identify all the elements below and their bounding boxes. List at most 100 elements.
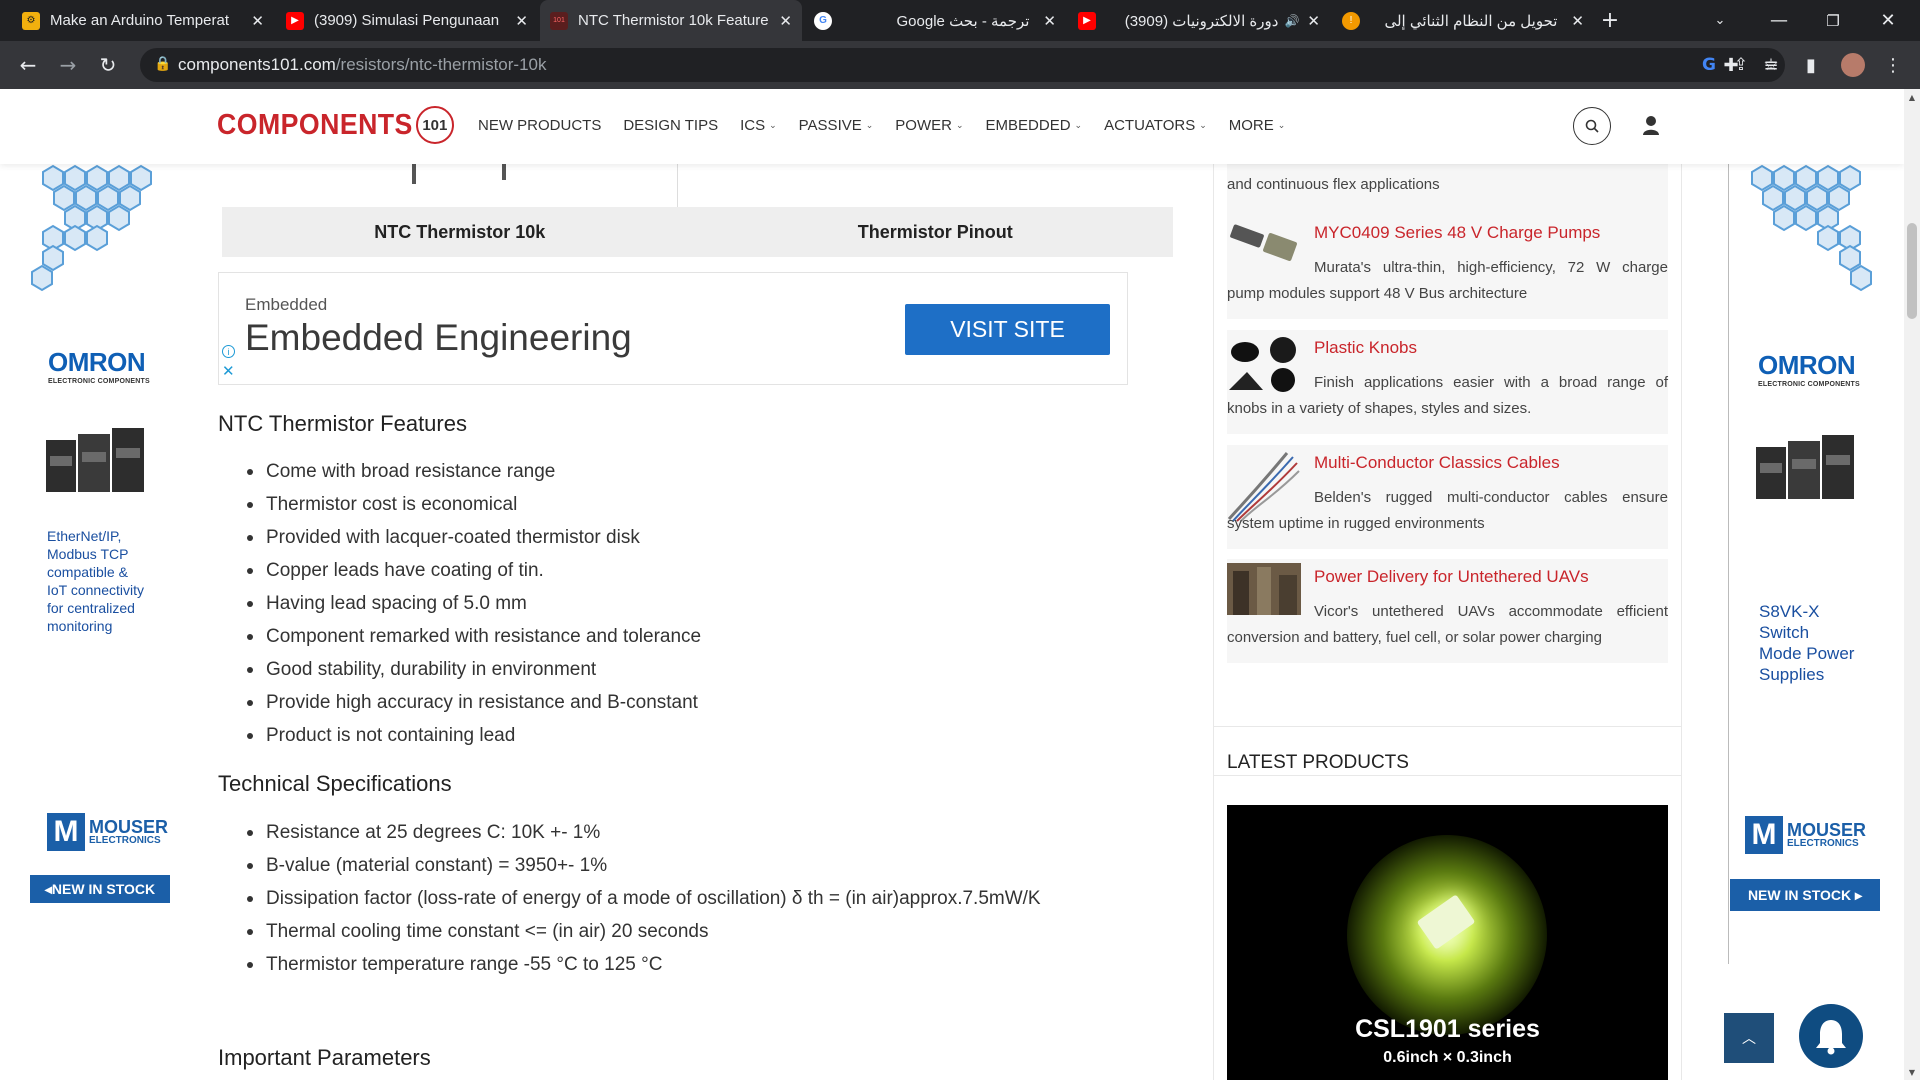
product-title[interactable]: Plastic Knobs: [1314, 338, 1417, 358]
menu-new-products[interactable]: NEW PRODUCTS: [478, 117, 601, 134]
ad-line: Modbus TCP: [47, 546, 129, 562]
lock-icon[interactable]: 🔒: [154, 56, 171, 72]
reload-icon[interactable]: ↻: [88, 41, 128, 89]
notification-bell-icon[interactable]: [1799, 1004, 1863, 1068]
list-item: Dissipation factor (loss-rate of energy …: [244, 882, 1041, 915]
browser-tab[interactable]: ▶ (3909) Simulasi Pengunaan ✕: [276, 0, 538, 41]
scroll-up-icon[interactable]: ▲: [1904, 89, 1920, 105]
browser-tab[interactable]: G Google ترجمة - بحث ✕: [804, 0, 1066, 41]
tab-search-icon[interactable]: ⌄: [1705, 0, 1735, 41]
close-tab-icon[interactable]: ✕: [515, 12, 528, 30]
omron-logo[interactable]: OMRON ELECTRONIC COMPONENTS: [48, 347, 150, 385]
close-tab-icon[interactable]: ✕: [1307, 12, 1320, 30]
menu-kebab-icon[interactable]: ⋮: [1875, 41, 1911, 89]
product-item[interactable]: MYC0409 Series 48 V Charge Pumps Murata'…: [1227, 215, 1668, 319]
close-tab-icon[interactable]: ✕: [1043, 12, 1056, 30]
ad-close-icon[interactable]: ✕: [222, 362, 235, 380]
latest-product-image[interactable]: CSL1901 series 0.6inch × 0.3inch: [1227, 805, 1668, 1080]
mouser-sub: ELECTRONICS: [89, 834, 161, 846]
chevron-down-icon: ⌄: [1277, 120, 1286, 130]
browser-toolbar: ← → ↻ 🔒 components101.com/resistors/ntc-…: [0, 41, 1920, 89]
product-title[interactable]: MYC0409 Series 48 V Charge Pumps: [1314, 223, 1600, 243]
scroll-down-icon[interactable]: ▼: [1904, 1064, 1920, 1080]
new-in-stock-button[interactable]: NEW IN STOCK ▸: [1730, 879, 1880, 911]
menu-ics[interactable]: ICS ⌄: [740, 117, 777, 134]
browser-tab[interactable]: ▶ (3909) دورة الالكترونيات 🔊 ✕: [1068, 0, 1330, 41]
list-item: Thermistor cost is economical: [244, 488, 701, 521]
product-item[interactable]: Plastic Knobs Finish applications easier…: [1227, 330, 1668, 434]
close-tab-icon[interactable]: ✕: [1571, 12, 1584, 30]
ad-line: IoT connectivity: [47, 582, 145, 598]
specs-list: Resistance at 25 degrees C: 10K +- 1% B-…: [244, 816, 1041, 981]
browser-tab-active[interactable]: 101 NTC Thermistor 10k Feature ✕: [540, 0, 802, 41]
menu-label: POWER: [895, 117, 952, 134]
side-panel-icon[interactable]: ▮: [1793, 41, 1829, 89]
close-tab-icon[interactable]: ✕: [779, 12, 792, 30]
tab-title: تحويل من النظام الثنائي إلى: [1384, 12, 1558, 30]
menu-passive[interactable]: PASSIVE ⌄: [799, 117, 874, 134]
latest-products-heading: LATEST PRODUCTS: [1227, 752, 1409, 773]
page-scrollbar[interactable]: ▲ ▼: [1904, 89, 1920, 1080]
specs-heading: Technical Specifications: [218, 771, 452, 796]
new-in-stock-button[interactable]: ◂NEW IN STOCK: [30, 875, 170, 903]
minimize-button[interactable]: —: [1756, 0, 1802, 41]
product-title[interactable]: Multi-Conductor Classics Cables: [1314, 453, 1560, 473]
components101-logo[interactable]: COMPONENTS 101: [217, 106, 454, 144]
scrollbar-thumb[interactable]: [1907, 223, 1917, 319]
features-heading: NTC Thermistor Features: [218, 411, 467, 436]
url-text[interactable]: components101.com/resistors/ntc-thermist…: [178, 55, 547, 75]
speaker-icon[interactable]: 🔊: [1284, 14, 1299, 28]
main-menu: NEW PRODUCTS DESIGN TIPS ICS ⌄ PASSIVE ⌄ P…: [478, 117, 1307, 134]
features-list: Come with broad resistance range Thermis…: [244, 455, 701, 752]
menu-design-tips[interactable]: DESIGN TIPS: [623, 117, 718, 134]
product-item[interactable]: Multi-Conductor Classics Cables Belden's…: [1227, 445, 1668, 549]
menu-embedded[interactable]: EMBEDDED ⌄: [986, 117, 1083, 134]
close-tab-icon[interactable]: ✕: [251, 12, 264, 30]
omron-ad-text[interactable]: EtherNet/IP, Modbus TCP compatible & IoT…: [47, 527, 144, 635]
list-item: Thermal cooling time constant <= (in air…: [244, 915, 1041, 948]
back-icon[interactable]: ←: [8, 41, 48, 89]
list-item: Product is not containing lead: [244, 719, 701, 752]
ad-headline[interactable]: Embedded Engineering: [245, 317, 632, 359]
chevron-down-icon: ⌄: [1199, 120, 1207, 130]
ad-line: Mode Power: [1759, 644, 1855, 663]
menu-power[interactable]: POWER ⌄: [895, 117, 963, 134]
omron-ad-text[interactable]: S8VK-X Switch Mode Power Supplies: [1759, 601, 1854, 685]
latest-product-caption: CSL1901 series: [1355, 1015, 1540, 1043]
menu-more[interactable]: MORE ⌄: [1229, 117, 1286, 134]
search-icon[interactable]: [1573, 107, 1611, 145]
mouser-logo[interactable]: M MOUSER ELECTRONICS: [47, 810, 187, 854]
mouser-name: MOUSER: [1787, 819, 1867, 840]
mouser-logo[interactable]: M MOUSER ELECTRONICS: [1745, 813, 1885, 857]
mouser-hexagon-pattern: [1751, 164, 1872, 292]
browser-tab[interactable]: ! تحويل من النظام الثنائي إلى ✕: [1332, 0, 1594, 41]
components101-icon: 101: [550, 11, 568, 30]
product-item[interactable]: Power Delivery for Untethered UAVs Vicor…: [1227, 559, 1668, 663]
back-to-top-button[interactable]: ︿: [1724, 1013, 1774, 1063]
tab-ntc-thermistor[interactable]: NTC Thermistor 10k: [222, 207, 698, 257]
forward-icon[interactable]: →: [48, 41, 88, 89]
menu-label: NEW PRODUCTS: [478, 117, 602, 134]
user-icon[interactable]: [1640, 113, 1662, 137]
close-window-button[interactable]: ✕: [1865, 0, 1911, 41]
url-path: /resistors/ntc-thermistor-10k: [335, 55, 547, 74]
new-tab-button[interactable]: +: [1595, 0, 1625, 41]
product-desc: Murata's ultra-thin, high-efficiency, 72…: [1227, 259, 1668, 302]
list-item: Copper leads have coating of tin.: [244, 554, 701, 587]
site-header: COMPONENTS 101 NEW PRODUCTS DESIGN TIPS …: [0, 89, 1904, 164]
extensions-puzzle-icon[interactable]: ✚: [1713, 41, 1749, 89]
tab-thermistor-pinout[interactable]: Thermistor Pinout: [698, 207, 1174, 257]
ad-info-icon[interactable]: i: [222, 345, 235, 358]
list-item: Come with broad resistance range: [244, 455, 701, 488]
menu-actuators[interactable]: ACTUATORS ⌄: [1104, 117, 1207, 134]
ad-small-text: Embedded: [245, 295, 328, 314]
reading-list-icon[interactable]: ≡: [1753, 41, 1789, 89]
address-bar[interactable]: 🔒 components101.com/resistors/ntc-thermi…: [140, 48, 1785, 82]
profile-avatar[interactable]: [1835, 41, 1871, 89]
product-title[interactable]: Power Delivery for Untethered UAVs: [1314, 567, 1589, 587]
browser-tab[interactable]: ⚙ Make an Arduino Temperat ✕: [12, 0, 274, 41]
omron-logo[interactable]: OMRON ELECTRONIC COMPONENTS: [1758, 350, 1860, 388]
restore-button[interactable]: ❐: [1810, 0, 1856, 41]
visit-site-button[interactable]: VISIT SITE: [905, 304, 1110, 355]
embedded-ad[interactable]: Embedded Embedded Engineering VISIT SITE…: [218, 272, 1128, 385]
